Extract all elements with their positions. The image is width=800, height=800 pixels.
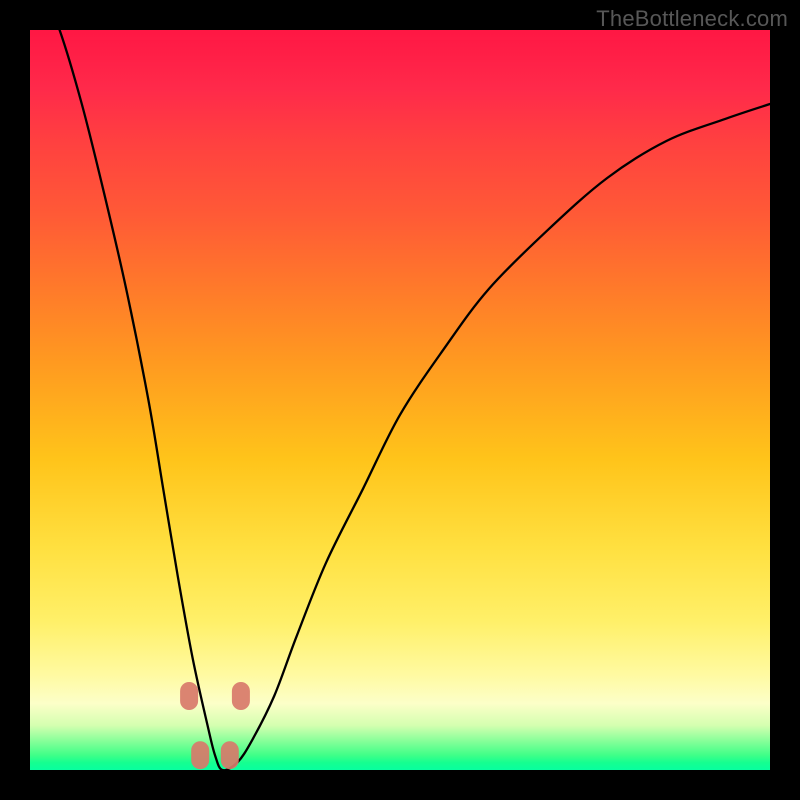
curve-marker — [180, 682, 198, 710]
curve-marker — [232, 682, 250, 710]
bottleneck-curve — [30, 0, 770, 770]
plot-area — [30, 30, 770, 770]
curve-svg — [30, 30, 770, 770]
curve-marker — [221, 741, 239, 769]
watermark-text: TheBottleneck.com — [596, 6, 788, 32]
chart-frame: TheBottleneck.com — [0, 0, 800, 800]
curve-marker — [191, 741, 209, 769]
